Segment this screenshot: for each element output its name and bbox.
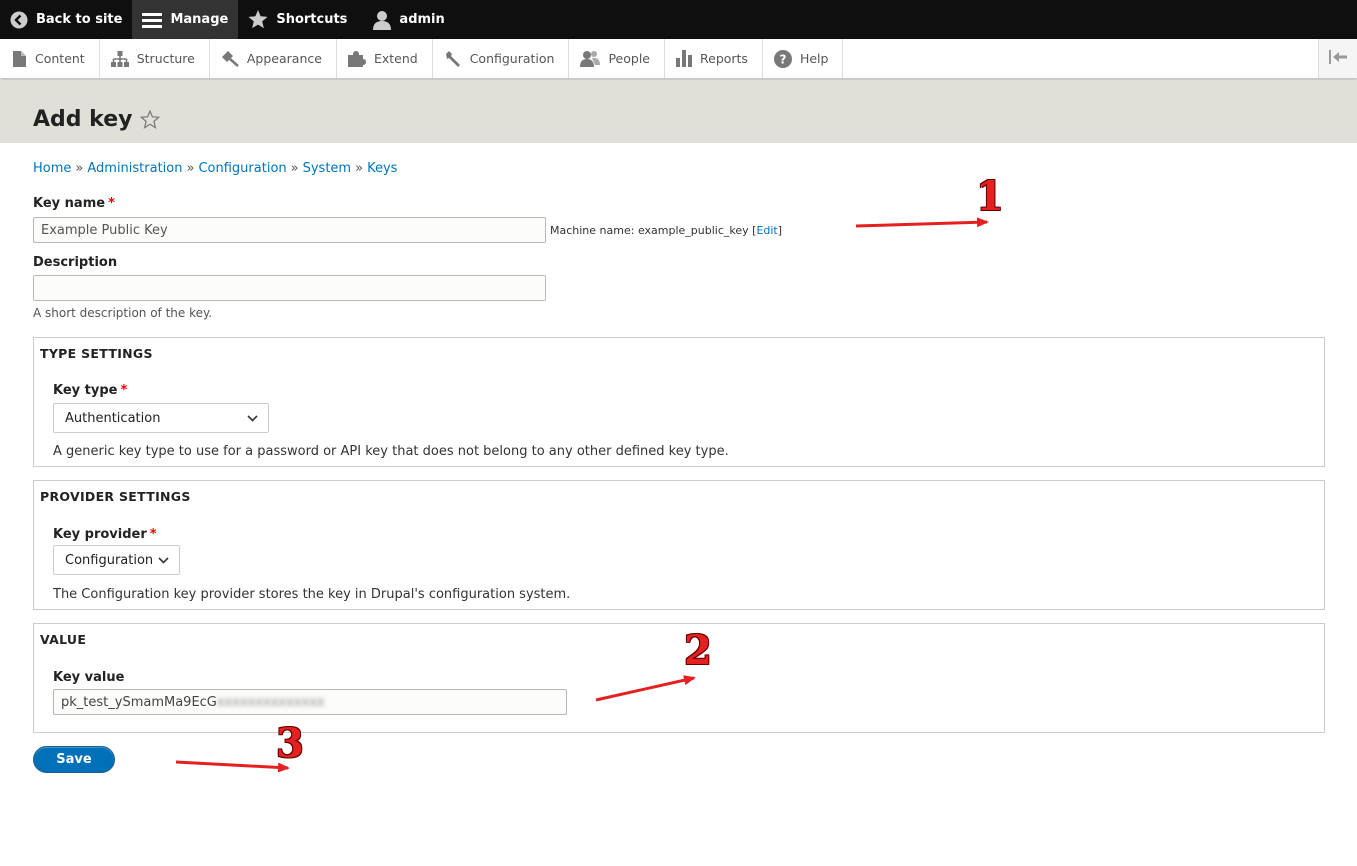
tray-item-label: Reports [700, 51, 748, 66]
required-marker: * [149, 527, 157, 542]
chevron-down-icon [158, 553, 169, 568]
tray-item-configuration[interactable]: Configuration [433, 39, 570, 78]
user-tab[interactable]: admin [357, 0, 454, 39]
type-settings-fieldset: TYPE SETTINGS Key type * Authentication A… [33, 337, 1325, 467]
annotation-number-1: 1 [976, 173, 1004, 220]
key-value-label-wrap: Key value [53, 670, 124, 685]
file-icon [11, 50, 27, 67]
bar-chart-icon [676, 50, 692, 67]
key-provider-label: Key provider [53, 527, 147, 542]
shortcuts-label: Shortcuts [276, 12, 348, 27]
tray-item-label: Content [35, 51, 85, 66]
provider-settings-fieldset: PROVIDER SETTINGS Key provider * Configur… [33, 480, 1325, 610]
key-name-label-wrap: Key name * [33, 196, 115, 211]
required-marker: * [120, 383, 128, 398]
breadcrumb-home[interactable]: Home [33, 161, 71, 176]
annotation-arrow-1 [855, 217, 989, 228]
wrench-icon [444, 50, 462, 67]
page-title-wrap: Add key [33, 107, 161, 132]
key-value-blurred: xxxxxxxxxxxxxx [216, 694, 325, 710]
tray-item-structure[interactable]: Structure [100, 39, 210, 78]
key-value-label: Key value [53, 670, 125, 685]
tray-item-label: Configuration [469, 51, 555, 66]
machine-name-text: Machine name: example_public_key [550, 224, 749, 237]
annotation-number-2: 2 [684, 627, 712, 674]
hamburger-icon [142, 11, 163, 29]
key-type-help: A generic key type to use for a password… [53, 444, 729, 459]
description-label-wrap: Description [33, 255, 117, 270]
description-help: A short description of the key. [33, 306, 213, 320]
shortcut-star-icon[interactable] [140, 110, 161, 129]
machine-name: Machine name: example_public_key [Edit] [550, 224, 783, 237]
tray-item-help[interactable]: ? Help [763, 39, 844, 78]
manage-label: Manage [170, 12, 229, 27]
manage-tab[interactable]: Manage [132, 0, 239, 39]
people-icon [580, 51, 601, 67]
annotation-arrow-3 [175, 760, 290, 773]
key-type-select[interactable]: Authentication [53, 403, 269, 433]
machine-name-edit-link[interactable]: Edit [756, 224, 777, 237]
tray-item-label: Extend [373, 51, 418, 66]
key-provider-help: The Configuration key provider stores th… [53, 587, 571, 602]
tray-item-extend[interactable]: Extend [337, 39, 433, 78]
collapse-left-icon [1329, 49, 1347, 68]
key-name-input[interactable]: Example Public Key [33, 217, 546, 243]
breadcrumb-system[interactable]: System [303, 161, 351, 176]
collapse-tray-button[interactable] [1318, 39, 1357, 78]
key-provider-select[interactable]: Configuration [53, 545, 180, 575]
shortcuts-tab[interactable]: Shortcuts [238, 0, 357, 39]
key-type-label-wrap: Key type * [53, 383, 127, 398]
back-arrow-icon [10, 11, 28, 29]
save-button[interactable]: Save [33, 746, 115, 773]
type-settings-legend: TYPE SETTINGS [40, 346, 153, 361]
key-type-value: Authentication [65, 410, 161, 426]
tray-item-label: People [608, 51, 650, 66]
tray-item-label: Structure [136, 51, 195, 66]
breadcrumb-separator: » [186, 161, 195, 176]
breadcrumb: Home» Administration» Configuration» System… [33, 161, 397, 176]
tray-item-reports[interactable]: Reports [665, 39, 763, 78]
breadcrumb-separator: » [290, 161, 299, 176]
breadcrumb-keys[interactable]: Keys [367, 161, 397, 176]
help-icon: ? [773, 49, 792, 68]
key-provider-value: Configuration [65, 552, 154, 568]
key-provider-label-wrap: Key provider * [53, 527, 157, 542]
star-icon [248, 10, 268, 29]
key-value-input[interactable]: pk_test_ySmamMa9EcG xxxxxxxxxxxxxx [53, 689, 567, 715]
value-legend: VALUE [40, 632, 87, 647]
description-input[interactable] [33, 275, 546, 301]
tray-item-appearance[interactable]: Appearance [210, 39, 337, 78]
breadcrumb-separator: » [75, 161, 84, 176]
key-value-visible: pk_test_ySmamMa9EcG [61, 694, 217, 710]
required-marker: * [108, 196, 115, 211]
tray-item-content[interactable]: Content [0, 39, 100, 78]
sitemap-icon [110, 50, 129, 67]
paintbrush-icon [221, 50, 239, 67]
user-icon [373, 10, 392, 30]
key-name-value: Example Public Key [41, 222, 168, 238]
admin-menu-tray: Content Structure Appearance Extend Conf… [0, 39, 1357, 79]
tray-item-label: Appearance [246, 51, 322, 66]
puzzle-icon [347, 50, 366, 67]
back-to-site-label: Back to site [36, 12, 123, 27]
breadcrumb-separator: » [355, 161, 364, 176]
annotation-number-3: 3 [276, 720, 304, 767]
description-label: Description [33, 255, 118, 270]
back-to-site-link[interactable]: Back to site [0, 0, 132, 39]
breadcrumb-configuration[interactable]: Configuration [198, 161, 286, 176]
page-title: Add key [33, 107, 133, 132]
key-name-label: Key name [33, 196, 106, 211]
key-type-label: Key type [53, 383, 118, 398]
tray-item-label: Help [799, 51, 829, 66]
admin-toolbar: Back to site Manage Shortcuts admin [0, 0, 1357, 39]
value-fieldset: VALUE Key value pk_test_ySmamMa9EcG xxxxx… [33, 623, 1325, 733]
user-label: admin [399, 12, 445, 27]
svg-text:?: ? [779, 52, 786, 66]
page-header [0, 80, 1357, 143]
breadcrumb-administration[interactable]: Administration [87, 161, 182, 176]
provider-settings-legend: PROVIDER SETTINGS [40, 489, 191, 504]
tray-item-people[interactable]: People [569, 39, 665, 78]
chevron-down-icon [247, 411, 258, 426]
